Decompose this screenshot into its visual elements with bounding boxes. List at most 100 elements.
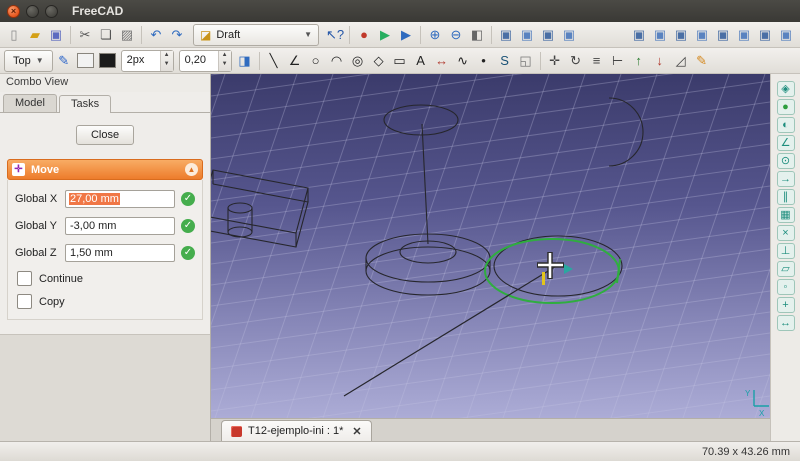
macro-execute-icon[interactable]: ▶ [375, 25, 395, 45]
std-view-right-icon[interactable]: ▣ [713, 25, 733, 45]
workbench-selector[interactable]: ◪ Draft ▼ [193, 23, 319, 46]
document-close-icon[interactable]: ✕ [352, 425, 361, 438]
snap-lock-icon[interactable]: ◈ [776, 81, 795, 97]
draft-text-icon[interactable]: A [411, 51, 431, 71]
new-file-icon[interactable]: ▯ [4, 25, 24, 45]
draft-point-icon[interactable]: • [474, 51, 494, 71]
snap-dimensions-icon[interactable]: ↔ [776, 315, 795, 331]
copy-checkbox[interactable] [17, 294, 32, 309]
view-right-icon[interactable]: ▣ [559, 25, 579, 45]
line-color-swatch[interactable] [76, 53, 94, 68]
snap-intersection-icon[interactable]: × [776, 225, 795, 241]
minimize-window-button[interactable] [26, 4, 39, 18]
view-isometric-icon[interactable]: ▣ [496, 25, 516, 45]
collapse-section-icon[interactable]: ▲ [185, 163, 198, 176]
std-view-bottom-icon[interactable]: ▣ [755, 25, 775, 45]
3d-viewport[interactable]: Y X [211, 74, 770, 418]
draft-facebinder-icon[interactable]: ◱ [516, 51, 536, 71]
snap-near-icon[interactable]: ◦ [776, 279, 795, 295]
snap-parallel-icon[interactable]: ∥ [776, 189, 795, 205]
draft-tray-toolbar: Top ▼ ✎ 2px ▲ ▼ 0,20 ▲ ▼ ◨ ╲ ∠ ○ ◠ ◎ ◇ ▭ A ↔ ∿ • S ◱ ✛ ↻ ≡… [0, 48, 800, 74]
snap-ortho-icon[interactable]: + [776, 297, 795, 313]
undo-icon[interactable]: ↶ [146, 25, 166, 45]
snap-endpoint-icon[interactable]: ● [776, 99, 795, 115]
snap-perpendicular-icon[interactable]: ⊥ [776, 243, 795, 259]
draft-edit-icon[interactable]: ✎ [692, 51, 712, 71]
redo-icon[interactable]: ↷ [167, 25, 187, 45]
copy-icon[interactable]: ❏ [96, 25, 116, 45]
whats-this-icon[interactable]: ↖? [325, 25, 345, 45]
macro-record-icon[interactable]: ● [354, 25, 374, 45]
draft-downgrade-icon[interactable]: ↓ [650, 51, 670, 71]
draft-offset-icon[interactable]: ≡ [587, 51, 607, 71]
draft-arc-icon[interactable]: ◠ [327, 51, 347, 71]
scale-spinbox[interactable]: 0,20 ▲ ▼ [178, 49, 232, 72]
working-plane-button[interactable]: Top ▼ [4, 49, 53, 72]
std-view-left-icon[interactable]: ▣ [776, 25, 796, 45]
task-title: Move [31, 163, 60, 176]
snap-grid-icon[interactable]: ▦ [776, 207, 795, 223]
draft-move-icon[interactable]: ✛ [545, 51, 565, 71]
close-window-button[interactable]: × [7, 4, 20, 18]
face-color-swatch[interactable] [98, 53, 116, 68]
draw-style-icon[interactable]: ◧ [467, 25, 487, 45]
global-x-input[interactable]: 27,00 mm [65, 190, 175, 208]
snap-center-icon[interactable]: ⊙ [776, 153, 795, 169]
workbench-selector-value: Draft [216, 28, 241, 41]
draft-ellipse-icon[interactable]: ◎ [348, 51, 368, 71]
chevron-down-icon[interactable]: ▲ ▼ [159, 50, 173, 71]
draft-shapestring-icon[interactable]: S [495, 51, 515, 71]
draft-rotate-icon[interactable]: ↻ [566, 51, 586, 71]
view-front-icon[interactable]: ▣ [517, 25, 537, 45]
draft-dimension-icon[interactable]: ↔ [432, 51, 452, 71]
draft-bspline-icon[interactable]: ∿ [453, 51, 473, 71]
field-value: 27,00 mm [69, 193, 120, 205]
draft-scale-icon[interactable]: ◿ [671, 51, 691, 71]
tab-model[interactable]: Model [3, 94, 57, 112]
std-view-front-icon[interactable]: ▣ [671, 25, 691, 45]
open-file-icon[interactable]: ▰ [25, 25, 45, 45]
line-width-select[interactable]: 2px ▲ ▼ [120, 49, 174, 72]
view-top-icon[interactable]: ▣ [538, 25, 558, 45]
draft-line-icon[interactable]: ╲ [264, 51, 284, 71]
draft-rectangle-icon[interactable]: ▭ [390, 51, 410, 71]
dimension-readout: 70.39 x 43.26 mm [701, 445, 790, 458]
cut-icon[interactable]: ✂ [75, 25, 95, 45]
paste-icon[interactable]: ▨ [117, 25, 137, 45]
spin-arrows-icon[interactable]: ▲ ▼ [217, 50, 231, 71]
close-task-button[interactable]: Close [76, 125, 134, 145]
move-task-header[interactable]: ✛ Move ▲ [7, 159, 203, 180]
save-file-icon[interactable]: ▣ [46, 25, 66, 45]
field-label: Global Z [15, 247, 57, 259]
zoom-fit-all-icon[interactable]: ⊕ [425, 25, 445, 45]
maximize-window-button[interactable] [45, 4, 58, 18]
toggle-construction-icon[interactable]: ✎ [54, 51, 74, 71]
snap-midpoint-icon[interactable]: ◐ [776, 117, 795, 133]
wireframe-arc[interactable] [608, 97, 644, 167]
snap-angle-icon[interactable]: ∠ [776, 135, 795, 151]
draft-polygon-icon[interactable]: ◇ [369, 51, 389, 71]
global-z-input[interactable]: 1,50 mm [65, 244, 175, 262]
draft-circle-icon[interactable]: ○ [306, 51, 326, 71]
continue-checkbox[interactable] [17, 271, 32, 286]
document-tab[interactable]: T12-ejemplo-ini : 1* ✕ [221, 420, 372, 441]
valid-check-icon: ✓ [181, 219, 195, 233]
snap-working-plane-icon[interactable]: ▱ [776, 261, 795, 277]
std-view-top-icon[interactable]: ▣ [692, 25, 712, 45]
wireframe-plate[interactable] [211, 169, 309, 248]
std-view-rear-icon[interactable]: ▣ [734, 25, 754, 45]
view-home-icon[interactable]: ▣ [629, 25, 649, 45]
view-axonometric-icon[interactable]: ▣ [650, 25, 670, 45]
apply-style-icon[interactable]: ◨ [235, 51, 255, 71]
draft-polyline-icon[interactable]: ∠ [285, 51, 305, 71]
tab-tasks[interactable]: Tasks [58, 95, 112, 113]
global-y-input[interactable]: -3,00 mm [65, 217, 175, 235]
zoom-selection-icon[interactable]: ⊖ [446, 25, 466, 45]
snap-extension-icon[interactable]: → [776, 171, 795, 187]
combo-view-title: Combo View [0, 74, 210, 92]
chevron-down-icon: ▼ [304, 30, 312, 39]
draft-trimex-icon[interactable]: ⊢ [608, 51, 628, 71]
wireframe-small-cylinder[interactable] [227, 202, 253, 238]
draft-upgrade-icon[interactable]: ↑ [629, 51, 649, 71]
macro-debug-icon[interactable]: ▶ [396, 25, 416, 45]
